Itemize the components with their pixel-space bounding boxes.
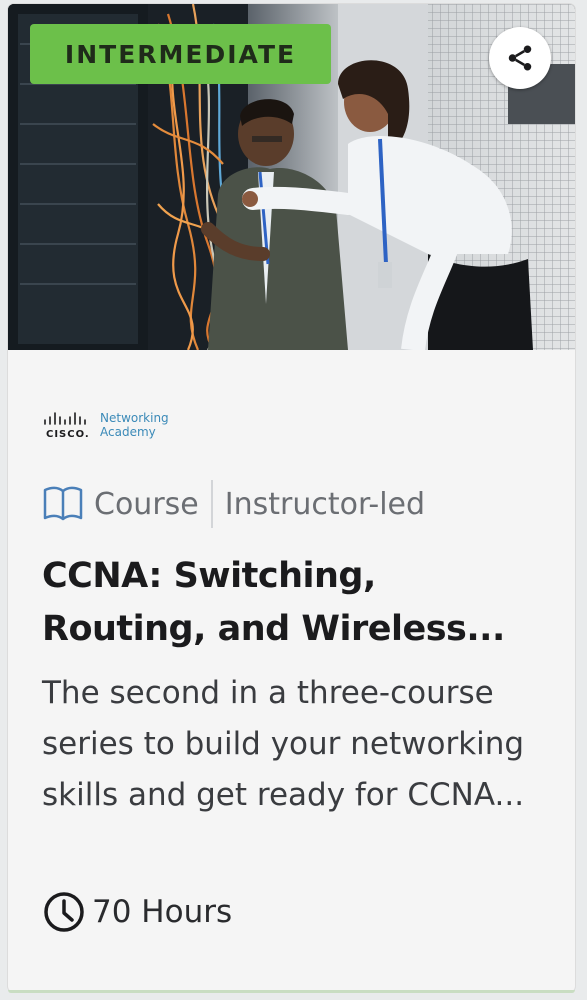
academy-name-line2: Academy: [100, 425, 156, 439]
card-bottom-accent: [8, 990, 575, 993]
course-title[interactable]: CCNA: Switching, Routing, and Wireless..…: [42, 550, 562, 656]
description-line1: The second in a three-course: [42, 675, 494, 711]
course-hero-image: INTERMEDIATE: [8, 4, 575, 350]
description-line2: series to build your networking: [42, 726, 525, 762]
cisco-logo-icon: CISCO.: [44, 412, 90, 440]
course-title-line2: Routing, and Wireless...: [42, 609, 505, 649]
delivery-mode-label: Instructor-led: [224, 486, 426, 522]
meta-divider: [210, 480, 213, 528]
course-type-label: Course: [94, 486, 199, 522]
book-icon: [43, 486, 83, 521]
academy-name: Networking Academy: [100, 411, 169, 439]
duration-label: 70 Hours: [92, 894, 233, 930]
share-button[interactable]: [489, 27, 551, 89]
academy-name-line1: Networking: [100, 411, 169, 425]
course-description: The second in a three-course series to b…: [42, 668, 562, 821]
clock-icon: [44, 892, 84, 932]
course-title-line1: CCNA: Switching,: [42, 556, 376, 596]
level-badge: INTERMEDIATE: [30, 24, 331, 84]
course-meta: Course Instructor-led: [42, 480, 425, 528]
description-line3: skills and get ready for CCNA...: [42, 777, 525, 813]
cisco-wordmark: CISCO.: [46, 429, 90, 440]
share-icon: [508, 45, 532, 71]
cisco-networking-academy-logo: CISCO. Networking Academy: [42, 408, 202, 442]
course-card[interactable]: INTERMEDIATE CISCO. Networking Academy C…: [8, 4, 575, 992]
course-duration: 70 Hours: [42, 888, 232, 936]
